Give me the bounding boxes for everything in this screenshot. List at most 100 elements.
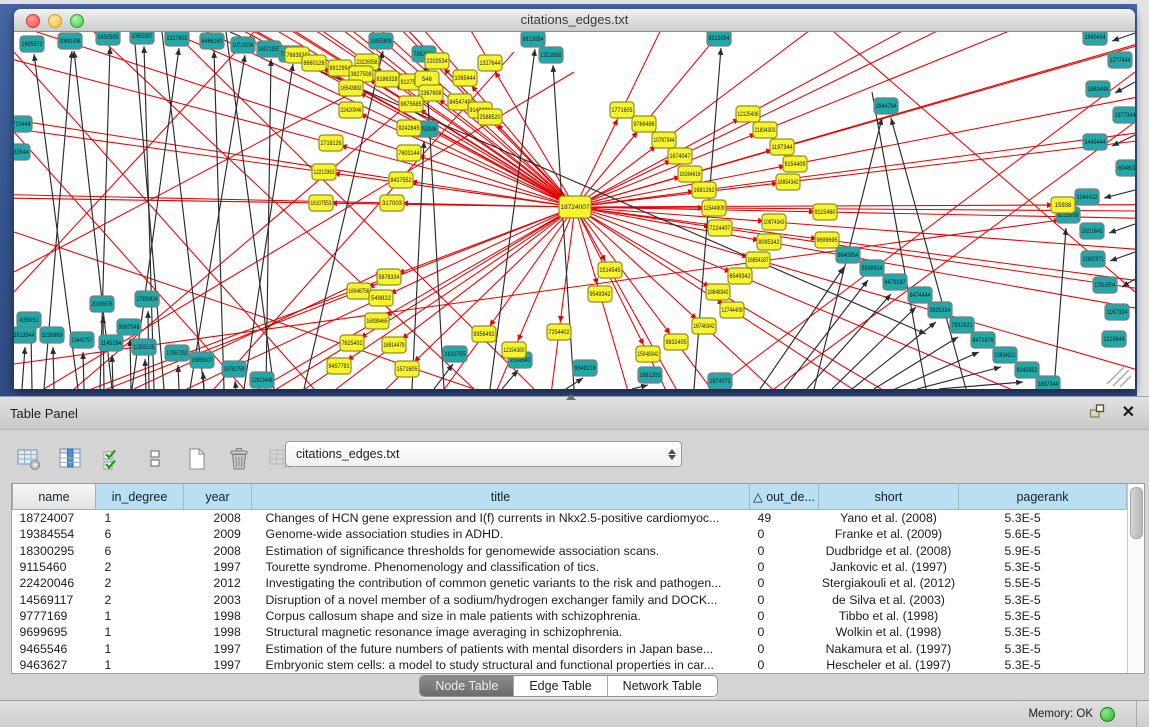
graph-node-teal[interactable]: 9097548 <box>117 319 141 335</box>
graph-node-teal[interactable]: 435051 <box>17 312 41 328</box>
graph-node-yellow[interactable]: 9242845 <box>397 120 421 136</box>
graph-node-yellow[interactable]: 16914479 <box>382 337 406 353</box>
graph-node-teal[interactable]: 9549219 <box>573 360 597 376</box>
graph-node-yellow[interactable]: 8095342 <box>757 234 781 250</box>
graph-node-hub[interactable]: 18724007 <box>559 196 591 218</box>
graph-node-teal[interactable]: 1674072 <box>708 373 732 389</box>
node-table[interactable]: namein_degreeyeartitle△ out_de...shortpa… <box>11 483 1145 674</box>
column-header-short[interactable]: short <box>819 484 959 510</box>
graph-node-teal[interactable]: 8313054 <box>707 32 731 46</box>
column-header-out_degree[interactable]: △ out_de... <box>750 484 819 510</box>
graph-node-yellow[interactable]: 549822 <box>369 290 393 306</box>
close-window-button[interactable] <box>26 14 40 28</box>
panel-splitter-handle[interactable] <box>566 394 576 400</box>
graph-node-yellow[interactable]: 1771605 <box>610 102 634 118</box>
graph-node-teal[interactable]: 9245652 <box>1015 362 1039 378</box>
graph-node-teal[interactable]: 16071355 <box>257 41 281 57</box>
graph-node-yellow[interactable]: 8186328 <box>375 71 399 87</box>
graph-node-yellow[interactable]: 2718126 <box>319 135 343 151</box>
graph-node-teal[interactable]: 6479197 <box>883 274 907 290</box>
graph-node-teal[interactable]: 2935114 <box>928 302 952 318</box>
graph-node-yellow[interactable]: 16954187 <box>746 252 770 268</box>
graph-node-teal[interactable]: 8471676 <box>971 332 995 348</box>
create-column-button[interactable] <box>182 444 212 474</box>
graph-node-yellow[interactable]: 8660128 <box>302 55 326 71</box>
graph-node-teal[interactable]: 1940434 <box>1083 32 1107 45</box>
table-row[interactable]: 946554611997Estimation of the future num… <box>13 640 1127 656</box>
graph-node-yellow[interactable]: 16099465 <box>365 313 389 329</box>
graph-node-yellow[interactable]: 16954342 <box>776 174 800 190</box>
graph-node-yellow[interactable]: 21834303 <box>753 122 777 138</box>
graph-node-yellow[interactable]: 9356492 <box>472 326 496 342</box>
graph-node-yellow[interactable]: 5878334 <box>377 269 401 285</box>
graph-node-yellow[interactable]: 2588520 <box>478 109 502 125</box>
column-header-title[interactable]: title <box>252 484 750 510</box>
graph-node-teal[interactable]: 6466160 <box>200 33 224 49</box>
graph-node-yellow[interactable]: 1681262 <box>692 182 716 198</box>
graph-node-yellow[interactable]: 1571605 <box>395 361 419 377</box>
selection-mode-button[interactable] <box>98 444 128 474</box>
graph-node-teal[interactable]: 20891436 <box>58 33 82 49</box>
graph-node-yellow[interactable]: 12125436 <box>736 106 760 122</box>
row-options-button[interactable] <box>140 444 170 474</box>
graph-node-yellow[interactable]: 9875685 <box>399 96 423 112</box>
graph-node-yellow[interactable]: 9549342 <box>588 286 612 302</box>
graph-node-yellow[interactable]: 7625402 <box>340 335 364 351</box>
graph-node-yellow[interactable]: 9766486 <box>632 116 656 132</box>
graph-node-teal[interactable]: 1277444 <box>1108 52 1132 68</box>
graph-node-teal[interactable]: 1681203 <box>638 367 662 383</box>
graph-node-teal[interactable]: 8813054 <box>521 32 545 47</box>
graph-node-teal[interactable]: 10654012 <box>993 347 1017 363</box>
graph-node-yellow[interactable]: 7603144 <box>397 145 421 161</box>
table-scrollbar-thumb[interactable] <box>1130 487 1143 539</box>
table-row[interactable]: 2242004622012Investigating the contribut… <box>13 575 1127 591</box>
graph-node-yellow[interactable]: 1674047 <box>668 148 692 164</box>
graph-node-yellow[interactable]: 1327644 <box>478 55 502 71</box>
graph-node-yellow[interactable]: 12213363 <box>312 164 336 180</box>
graph-node-yellow[interactable]: 12154380 <box>502 342 526 358</box>
graph-node-teal[interactable]: 1610755 <box>443 346 467 362</box>
graph-node-teal[interactable]: 13442757 <box>70 332 94 348</box>
network-window-titlebar[interactable]: citations_edges.txt <box>14 9 1135 32</box>
tab-network-table[interactable]: Network Table <box>607 676 717 696</box>
table-scrollbar[interactable] <box>1127 484 1144 673</box>
graph-node-yellow[interactable]: 22420046 <box>339 102 363 118</box>
table-options-button[interactable] <box>14 444 44 474</box>
graph-node-yellow[interactable]: 1197344 <box>770 139 794 155</box>
column-header-year[interactable]: year <box>184 484 252 510</box>
graph-node-yellow[interactable]: 9699695 <box>815 232 839 248</box>
graph-node-yellow[interactable]: 10974343 <box>762 214 786 230</box>
table-row[interactable]: 1456911722003Disruption of a novel membe… <box>13 591 1127 607</box>
table-row[interactable]: 946362711997Embryonic stem cells: a mode… <box>13 657 1127 673</box>
graph-node-teal[interactable]: 16782759 <box>222 361 246 377</box>
graph-node-yellow[interactable]: 2203534 <box>425 53 449 69</box>
graph-node-teal[interactable]: 1897344 <box>1036 376 1060 389</box>
graph-node-teal[interactable]: 17359924 <box>135 291 159 307</box>
graph-node-yellow[interactable]: 317003 <box>380 195 404 211</box>
graph-node-yellow[interactable]: 7254402 <box>547 324 571 340</box>
graph-node-teal[interactable]: 1145194 <box>99 335 123 351</box>
graph-node-yellow[interactable]: 10797344 <box>652 132 676 148</box>
table-row[interactable]: 1938455462009Genome-wide association stu… <box>13 526 1127 542</box>
graph-node-teal[interactable]: 1430505 <box>96 32 120 45</box>
graph-node-teal[interactable]: 16210643 <box>1080 223 1104 239</box>
graph-node-teal[interactable]: 3913544 <box>14 327 36 343</box>
tab-edge-table[interactable]: Edge Table <box>513 676 606 696</box>
table-row[interactable]: 911546021997Tourette syndrome. Phenomeno… <box>13 559 1127 575</box>
graph-node-teal[interactable]: 1977344 <box>1113 107 1135 123</box>
graph-node-yellow[interactable]: 16107553 <box>309 195 333 211</box>
delete-column-button[interactable] <box>224 444 254 474</box>
graph-node-yellow[interactable]: 1514545 <box>598 262 622 278</box>
graph-node-yellow[interactable]: 12744409 <box>720 302 744 318</box>
graph-node-yellow[interactable]: 9154409 <box>783 156 807 172</box>
graph-node-yellow[interactable]: 16046756 <box>347 283 371 299</box>
graph-node-yellow[interactable]: 9457791 <box>327 358 351 374</box>
graph-node-teal[interactable]: 1210644 <box>1102 331 1126 347</box>
graph-node-teal[interactable]: 17957252 <box>165 345 189 361</box>
graph-node-yellow[interactable]: 7224407 <box>708 220 732 236</box>
graph-node-teal[interactable]: 16053809 <box>369 33 393 49</box>
graph-node-yellow[interactable]: 6549342 <box>728 268 752 284</box>
column-header-in_degree[interactable]: in_degree <box>96 484 184 510</box>
table-row[interactable]: 1830029562008Estimation of significance … <box>13 543 1127 559</box>
graph-node-teal[interactable]: 12505135 <box>132 339 156 355</box>
